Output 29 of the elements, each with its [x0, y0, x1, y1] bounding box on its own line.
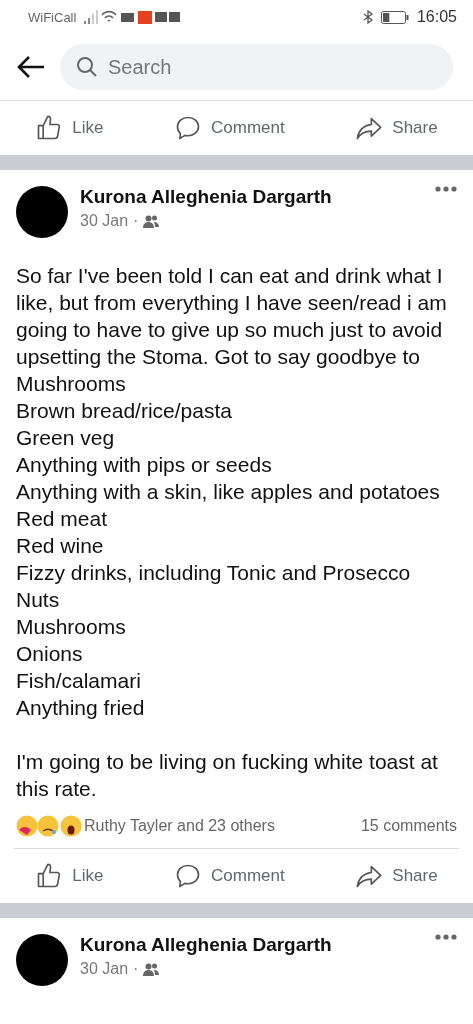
more-options-icon[interactable]	[435, 186, 457, 192]
avatar[interactable]	[16, 934, 68, 986]
post-date: 30 Jan	[80, 212, 129, 230]
separator-dot: ·	[133, 212, 139, 230]
friends-icon	[143, 214, 160, 228]
like-button[interactable]: Like	[27, 856, 112, 896]
clock-time: 16:05	[416, 8, 457, 26]
friends-icon	[143, 962, 160, 976]
post-date: 30 Jan	[80, 960, 129, 978]
author-name[interactable]: Kurona Alleghenia Dargarth	[80, 934, 423, 956]
comments-count[interactable]: 15 comments	[360, 817, 457, 835]
post-text: So far I've been told I can eat and drink what I like, but from everything I have seen/read i am going to have to give up so much just to avoid upsetting the Stoma. Got to say goodbye to Mushrooms Brown bread/rice/pasta Green veg Anything with pips or seeds Anything with a skin, like apples and potatoes Red meat Red wine Fizzy drinks, including Tonic and Prosecco Nuts Mushrooms Onions Fish/calamari Anything fried I'm going to be living on fucking white toast at this rate.	[16, 263, 448, 802]
reaction-emojis-icon	[16, 814, 84, 838]
comment-button[interactable]: Comment	[166, 856, 293, 896]
more-options-icon[interactable]	[435, 934, 457, 940]
search-icon	[76, 56, 98, 78]
share-button[interactable]: Share	[347, 108, 446, 148]
bluetooth-icon	[362, 10, 373, 24]
carrier-name: WiFiCall	[28, 9, 77, 25]
author-name[interactable]: Kurona Alleghenia Dargarth	[80, 186, 423, 208]
reactions-summary[interactable]: Ruthy Tayler and 23 others	[84, 817, 275, 835]
search-field[interactable]: Search	[60, 44, 453, 90]
comment-button[interactable]: Comment	[166, 108, 293, 148]
back-arrow-icon[interactable]	[16, 55, 46, 79]
like-button[interactable]: Like	[27, 108, 112, 148]
share-button[interactable]: Share	[347, 856, 446, 896]
separator-dot: ·	[133, 960, 139, 978]
battery-icon	[380, 10, 409, 24]
avatar[interactable]	[16, 186, 68, 238]
